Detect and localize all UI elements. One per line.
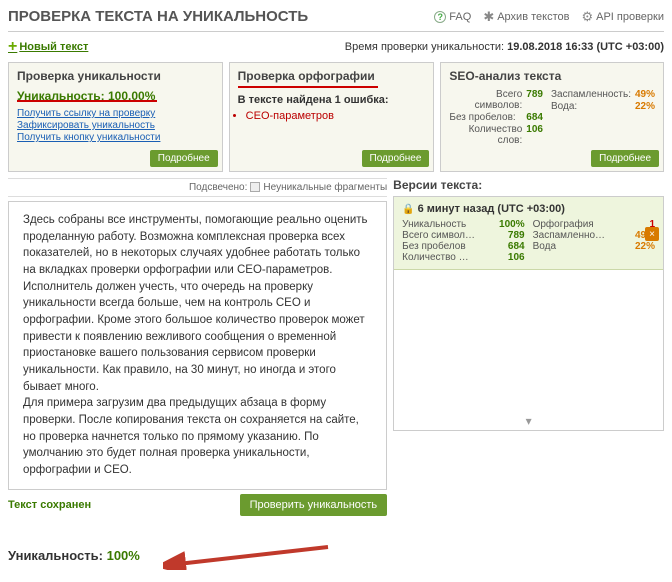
get-link[interactable]: Получить ссылку на проверку	[17, 108, 214, 119]
legend-swatch	[250, 182, 260, 192]
v-words: 106	[508, 252, 525, 263]
uniqueness-title: Проверка уникальности	[17, 69, 214, 83]
spelling-error-item: СЕО-параметров	[246, 110, 426, 122]
fix-uniqueness-link[interactable]: Зафиксировать уникальность	[17, 120, 214, 131]
bottom-result: Уникальность: 100%	[8, 540, 664, 574]
seo-title: SEO-анализ текста	[449, 69, 655, 83]
versions-title: Версии текста:	[393, 178, 664, 192]
faq-link[interactable]: ?FAQ	[434, 9, 471, 25]
uniqueness-card: Проверка уникальности Уникальность: 100.…	[8, 62, 223, 172]
seo-more-button[interactable]: Подробнее	[591, 150, 659, 167]
uniq-more-button[interactable]: Подробнее	[150, 150, 218, 167]
new-text-link[interactable]: + Новый текст	[8, 38, 88, 56]
seo-water: 22%	[635, 101, 655, 112]
spelling-found: В тексте найдена 1 ошибка:	[238, 94, 426, 106]
spelling-title: Проверка орфографии	[238, 69, 426, 83]
version-entry[interactable]: 🔒 6 минут назад (UTC +03:00) × Уникально…	[394, 197, 663, 270]
chevron-down-icon[interactable]: ▾	[524, 412, 534, 430]
version-close-button[interactable]: ×	[645, 227, 659, 241]
get-button-link[interactable]: Получить кнопку уникальности	[17, 132, 214, 143]
v-all: 789	[508, 230, 525, 241]
v-water: 22%	[635, 241, 655, 252]
check-timestamp: Время проверки уникальности: 19.08.2018 …	[345, 41, 664, 53]
archive-icon: ✱	[483, 9, 494, 25]
help-icon: ?	[434, 11, 446, 23]
seo-all-chars: 789	[526, 89, 543, 111]
v-nosp: 684	[508, 241, 525, 252]
seo-no-sp: 684	[526, 112, 543, 123]
versions-box: 🔒 6 минут назад (UTC +03:00) × Уникально…	[393, 196, 664, 431]
version-time: 6 минут назад (UTC +03:00)	[418, 203, 565, 215]
check-uniqueness-button[interactable]: Проверить уникальность	[240, 494, 388, 516]
uniqueness-value-line: Уникальность: 100.00%	[17, 89, 214, 103]
archive-link[interactable]: ✱Архив текстов	[483, 9, 569, 25]
gear-icon: ⚙	[581, 9, 593, 25]
legend: Подсвечено:Неуникальные фрагменты	[8, 178, 387, 197]
seo-card: SEO-анализ текста Всего символов:789 Без…	[440, 62, 664, 172]
spell-more-button[interactable]: Подробнее	[362, 150, 430, 167]
api-link[interactable]: ⚙API проверки	[581, 9, 664, 25]
seo-words: 106	[526, 124, 543, 146]
v-uniq: 100%	[499, 219, 525, 230]
seo-spam: 49%	[635, 89, 655, 100]
page-title: ПРОВЕРКА ТЕКСТА НА УНИКАЛЬНОСТЬ	[8, 8, 308, 25]
saved-message: Текст сохранен	[8, 499, 91, 511]
text-content[interactable]: Здесь собраны все инструменты, помогающи…	[8, 201, 387, 490]
plus-icon: +	[8, 38, 17, 56]
lock-icon: 🔒	[402, 204, 414, 215]
spelling-card: Проверка орфографии В тексте найдена 1 о…	[229, 62, 435, 172]
arrow-icon	[163, 544, 333, 570]
